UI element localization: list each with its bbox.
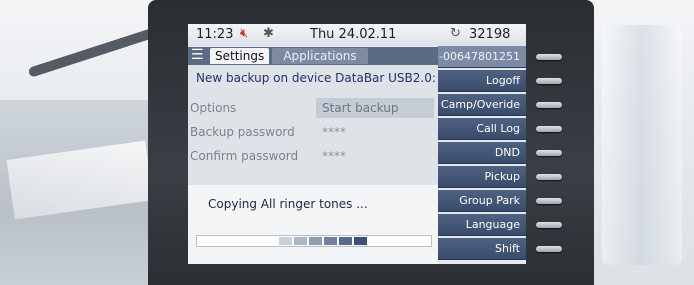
function-key[interactable]: Call Log bbox=[438, 118, 526, 140]
status-bar: 11:23 🔇︎ ✱ Thu 24.02.11 ↻ 32198 bbox=[188, 24, 526, 46]
function-key[interactable]: Camp/Overide bbox=[438, 94, 526, 116]
hardware-line-key[interactable] bbox=[536, 198, 562, 204]
progress-segment bbox=[294, 237, 307, 245]
extension-number: 32198 bbox=[469, 27, 511, 42]
hardware-line-key[interactable] bbox=[536, 222, 562, 228]
options-row[interactable]: Options Start backup bbox=[188, 97, 438, 119]
function-key-column: -00647801251 Logoff Camp/Overide Call Log DN… bbox=[438, 46, 526, 264]
hardware-line-key[interactable] bbox=[536, 54, 562, 60]
function-key[interactable]: Shift bbox=[438, 238, 526, 260]
phone-refresh-icon: ↻ bbox=[450, 26, 461, 41]
hardware-line-key[interactable] bbox=[536, 102, 562, 108]
progress-message: Copying All ringer tones ... bbox=[208, 197, 368, 211]
date-display: Thu 24.02.11 bbox=[310, 27, 397, 42]
tab-settings[interactable]: Settings bbox=[210, 48, 270, 64]
glass-decoration bbox=[602, 25, 682, 265]
backup-password-row[interactable]: Backup password **** bbox=[188, 121, 438, 143]
pen-decoration bbox=[27, 28, 155, 78]
clock-time: 11:23 bbox=[196, 27, 234, 42]
start-backup-button[interactable]: Start backup bbox=[316, 98, 434, 118]
confirm-password-label: Confirm password bbox=[190, 149, 299, 163]
options-label: Options bbox=[190, 101, 237, 115]
function-key[interactable]: Group Park bbox=[438, 190, 526, 212]
function-key[interactable]: DND bbox=[438, 142, 526, 164]
page-title: New backup on device DataBar USB2.0: bbox=[196, 71, 436, 85]
backup-panel: New backup on device DataBar USB2.0: Opt… bbox=[188, 65, 438, 264]
hardware-line-key[interactable] bbox=[536, 126, 562, 132]
function-key[interactable]: Logoff bbox=[438, 70, 526, 92]
tab-bar: ☰ Settings Applications bbox=[188, 47, 438, 65]
menu-icon[interactable]: ☰ bbox=[191, 47, 204, 63]
confirm-password-row[interactable]: Confirm password **** bbox=[188, 145, 438, 167]
backup-password-label: Backup password bbox=[190, 125, 295, 139]
progress-segment bbox=[339, 237, 352, 245]
confirm-password-field[interactable]: **** bbox=[316, 146, 434, 166]
tab-applications[interactable]: Applications bbox=[272, 48, 368, 64]
hardware-line-key[interactable] bbox=[536, 174, 562, 180]
muted-speaker-icon: 🔇︎ bbox=[240, 26, 249, 41]
function-key[interactable]: Pickup bbox=[438, 166, 526, 188]
phone-display: 11:23 🔇︎ ✱ Thu 24.02.11 ↻ 32198 ☰ Settin… bbox=[188, 24, 526, 264]
progress-segment bbox=[279, 237, 292, 245]
progress-bar bbox=[196, 235, 432, 247]
hardware-line-key[interactable] bbox=[536, 78, 562, 84]
progress-segment bbox=[354, 237, 367, 245]
function-key[interactable]: Language bbox=[438, 214, 526, 236]
progress-segment bbox=[309, 237, 322, 245]
hardware-line-key[interactable] bbox=[536, 246, 562, 252]
progress-segment bbox=[324, 237, 337, 245]
progress-dialog: Copying All ringer tones ... bbox=[188, 185, 438, 264]
bluetooth-icon: ✱ bbox=[263, 26, 274, 41]
backup-password-field[interactable]: **** bbox=[316, 122, 434, 142]
hardware-line-key[interactable] bbox=[536, 150, 562, 156]
function-key[interactable]: -00647801251 bbox=[438, 46, 526, 68]
